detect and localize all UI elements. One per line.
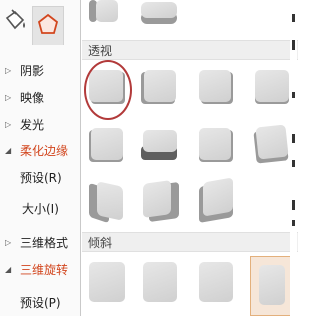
rotation-preset[interactable]	[253, 124, 291, 164]
section-shadow[interactable]: ▷ 阴影	[0, 60, 82, 82]
rotation-preset[interactable]	[87, 181, 125, 224]
expand-arrow-icon: ▷	[5, 66, 12, 75]
collapse-arrow-icon: ◢	[5, 146, 12, 155]
rotation-preset[interactable]	[253, 68, 291, 104]
soft-edges-presets[interactable]: 预设(R)	[0, 167, 82, 189]
rotation-preset[interactable]	[87, 0, 125, 36]
section-label: 发光	[20, 118, 45, 132]
section-glow[interactable]: ▷ 发光	[0, 114, 82, 136]
slide-edge	[290, 0, 297, 316]
rotation-preset[interactable]	[197, 68, 235, 104]
presets-label: 预设(P)	[20, 296, 61, 310]
annotation-circle	[84, 60, 132, 120]
rotation-preset[interactable]	[141, 68, 179, 104]
section-3d-format[interactable]: ▷ 三维格式	[0, 232, 82, 254]
section-soft-edges[interactable]: ◢ 柔化边缘	[0, 140, 82, 162]
section-reflection[interactable]: ▷ 映像	[0, 87, 82, 109]
size-label: 大小(I)	[22, 202, 59, 216]
expand-arrow-icon: ▷	[5, 238, 12, 247]
rotation-preset[interactable]	[197, 177, 235, 223]
rotation-preset[interactable]	[141, 126, 179, 162]
rotation-preset[interactable]	[141, 180, 179, 223]
perspective-header: 透视	[82, 40, 298, 60]
fill-line-tab[interactable]	[0, 6, 30, 44]
section-label: 三维格式	[20, 236, 69, 250]
expand-arrow-icon: ▷	[5, 120, 12, 129]
rotation-preset[interactable]	[141, 260, 179, 302]
rotation-preset[interactable]	[87, 126, 125, 162]
section-label: 映像	[20, 91, 45, 105]
rotation-presets[interactable]: 预设(P)	[0, 292, 82, 314]
rotation-preset[interactable]	[87, 260, 125, 302]
presets-label: 预设(R)	[20, 171, 62, 185]
collapse-arrow-icon: ◢	[5, 265, 12, 274]
rotation-preset[interactable]	[197, 126, 235, 162]
section-label: 阴影	[20, 64, 45, 78]
rotation-preset[interactable]	[139, 0, 177, 36]
pane-tab-bar	[0, 0, 82, 52]
section-3d-rotation[interactable]: ◢ 三维旋转	[0, 259, 82, 281]
soft-edges-size[interactable]: 大小(I)	[0, 198, 82, 220]
expand-arrow-icon: ▷	[5, 93, 12, 102]
rotation-preset[interactable]	[197, 260, 235, 302]
effects-tab[interactable]	[32, 6, 64, 45]
format-shape-pane: ▷ 阴影 ▷ 映像 ▷ 发光 ◢ 柔化边缘 预设(R) 大小(I) ▷ 三维格式…	[0, 0, 82, 316]
pentagon-effects-icon	[37, 13, 59, 34]
section-label: 三维旋转	[20, 263, 69, 277]
section-label: 柔化边缘	[20, 144, 69, 158]
paint-bucket-icon	[5, 9, 25, 30]
oblique-header: 倾斜	[82, 232, 298, 252]
